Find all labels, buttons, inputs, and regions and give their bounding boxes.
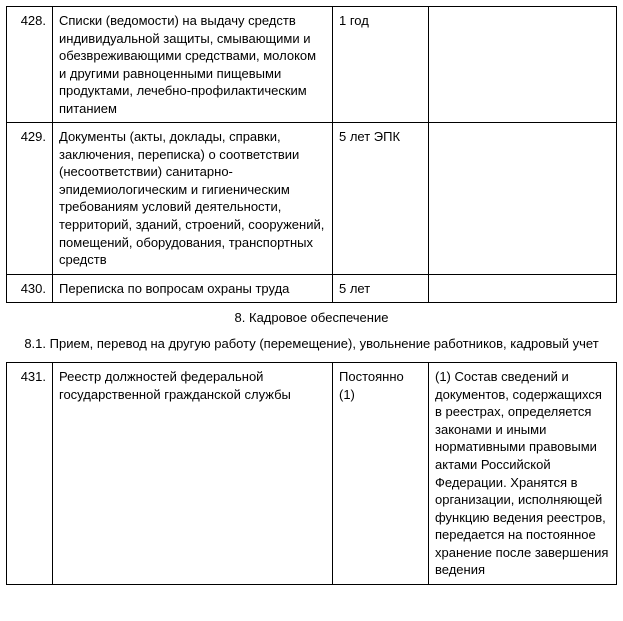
section-header-row: 8. Кадровое обеспечение	[7, 303, 617, 333]
row-number: 428.	[7, 7, 53, 123]
row-term: 1 год	[333, 7, 429, 123]
table-row: 429. Документы (акты, доклады, справки, …	[7, 123, 617, 274]
row-term: Постоянно (1)	[333, 363, 429, 585]
row-term: 5 лет	[333, 274, 429, 303]
subsection-header-row: 8.1. Прием, перевод на другую работу (пе…	[7, 333, 617, 363]
table-row: 428. Списки (ведомости) на выдачу средст…	[7, 7, 617, 123]
row-term: 5 лет ЭПК	[333, 123, 429, 274]
row-note	[429, 123, 617, 274]
row-number: 431.	[7, 363, 53, 585]
row-description: Реестр должностей федеральной государств…	[53, 363, 333, 585]
row-number: 430.	[7, 274, 53, 303]
table-row: 431. Реестр должностей федеральной госуд…	[7, 363, 617, 585]
row-description: Переписка по вопросам охраны труда	[53, 274, 333, 303]
retention-table: 428. Списки (ведомости) на выдачу средст…	[6, 6, 617, 585]
row-number: 429.	[7, 123, 53, 274]
subsection-header: 8.1. Прием, перевод на другую работу (пе…	[7, 333, 617, 363]
row-note	[429, 7, 617, 123]
table-row: 430. Переписка по вопросам охраны труда …	[7, 274, 617, 303]
row-note: (1) Состав сведений и документов, содерж…	[429, 363, 617, 585]
row-description: Документы (акты, доклады, справки, заклю…	[53, 123, 333, 274]
section-header: 8. Кадровое обеспечение	[7, 303, 617, 333]
row-note	[429, 274, 617, 303]
row-description: Списки (ведомости) на выдачу средств инд…	[53, 7, 333, 123]
